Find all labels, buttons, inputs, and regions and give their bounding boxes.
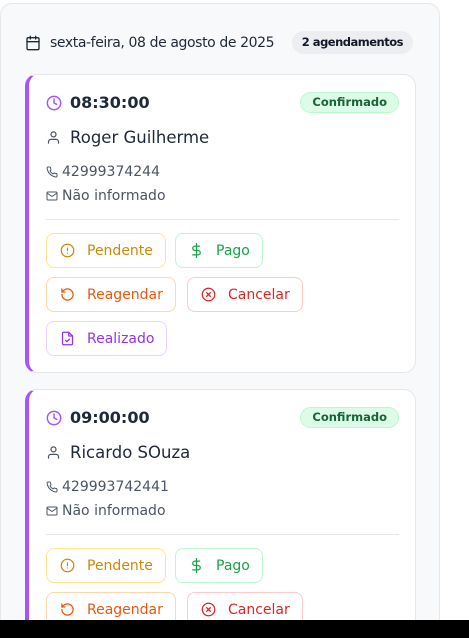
calendar-icon (26, 35, 40, 51)
user-icon (47, 446, 60, 459)
pending-label: Pendente (87, 557, 153, 574)
cancel-button[interactable]: Cancelar (187, 277, 303, 312)
rotate-ccw-icon (61, 288, 74, 301)
appointment-time: 09:00:00 (70, 408, 150, 427)
client-email: Não informado (62, 503, 166, 519)
email-row: Não informado (46, 188, 166, 204)
client-name: Roger Guilherme (70, 128, 210, 147)
phone-icon (46, 166, 58, 178)
appointment-card[interactable]: 08:30:00 Confirmado Roger Guilherme 4299… (25, 74, 416, 373)
done-button[interactable]: Realizado (46, 321, 168, 356)
client-phone: 429993742441 (62, 479, 169, 495)
x-circle-icon (201, 287, 216, 302)
email-row: Não informado (46, 503, 166, 519)
mail-icon (46, 506, 58, 516)
reschedule-label: Reagendar (87, 286, 163, 303)
pending-button[interactable]: Pendente (46, 233, 166, 268)
client-row: Ricardo SOuza (46, 443, 190, 462)
time-row: 08:30:00 (46, 93, 150, 112)
done-label: Realizado (87, 330, 155, 347)
paid-button[interactable]: Pago (175, 233, 263, 268)
dollar-icon (192, 243, 201, 258)
paid-label: Pago (216, 242, 250, 259)
phone-row: 42999374244 (46, 164, 160, 180)
paid-label: Pago (216, 557, 250, 574)
day-header: sexta-feira, 08 de agosto de 2025 2 agen… (25, 31, 413, 55)
phone-row: 429993742441 (46, 479, 169, 495)
reschedule-button[interactable]: Reagendar (46, 277, 176, 312)
appointment-card[interactable]: 09:00:00 Confirmado Ricardo SOuza 429993… (25, 389, 416, 638)
x-circle-icon (201, 602, 216, 617)
day-panel: sexta-feira, 08 de agosto de 2025 2 agen… (0, 3, 440, 638)
reschedule-label: Reagendar (87, 601, 163, 618)
status-badge: Confirmado (300, 407, 399, 428)
rotate-ccw-icon (61, 603, 74, 616)
appointment-time: 08:30:00 (70, 93, 150, 112)
alert-circle-icon (60, 243, 75, 258)
paid-button[interactable]: Pago (175, 548, 263, 583)
divider (46, 534, 399, 535)
client-phone: 42999374244 (62, 164, 160, 180)
phone-icon (46, 481, 58, 493)
cancel-label: Cancelar (228, 601, 290, 618)
cancel-label: Cancelar (228, 286, 290, 303)
pending-button[interactable]: Pendente (46, 548, 166, 583)
time-row: 09:00:00 (46, 408, 150, 427)
appointments-count-badge: 2 agendamentos (291, 31, 413, 54)
status-badge: Confirmado (300, 92, 399, 113)
clock-icon (46, 410, 62, 425)
pending-label: Pendente (87, 242, 153, 259)
mail-icon (46, 191, 58, 201)
bottom-bar (0, 620, 469, 638)
clock-icon (46, 95, 62, 110)
dollar-icon (192, 558, 201, 573)
client-email: Não informado (62, 188, 166, 204)
file-check-icon (61, 331, 74, 346)
user-icon (47, 131, 60, 144)
day-date: sexta-feira, 08 de agosto de 2025 (50, 35, 275, 51)
client-name: Ricardo SOuza (70, 443, 191, 462)
alert-circle-icon (60, 558, 75, 573)
client-row: Roger Guilherme (46, 128, 209, 147)
divider (46, 219, 399, 220)
